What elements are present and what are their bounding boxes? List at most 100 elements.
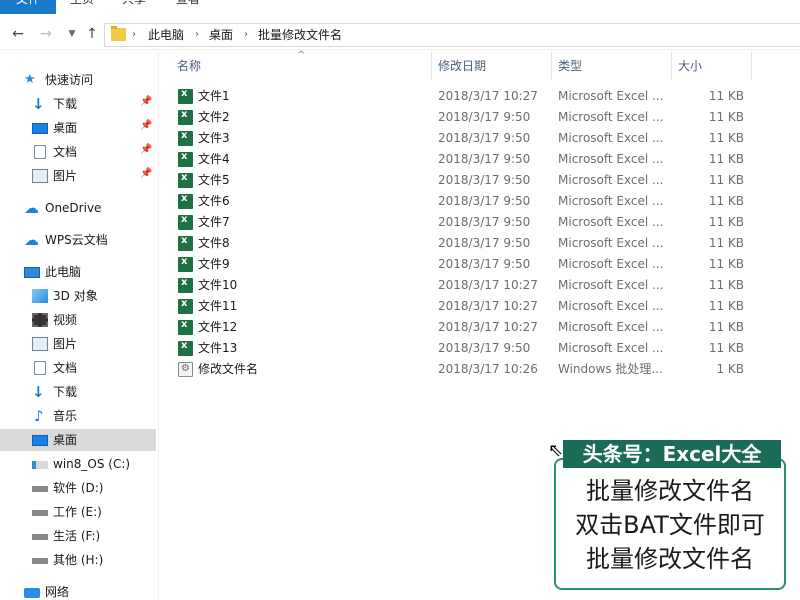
- breadcrumb-desktop[interactable]: 桌面: [209, 27, 233, 43]
- sidebar-item-wps-cloud[interactable]: ☁ WPS云文档: [0, 229, 160, 251]
- video-icon: [32, 313, 48, 327]
- file-row[interactable]: 文件9 2018/3/17 9:50 Microsoft Excel ... 11 K…: [160, 254, 800, 275]
- sidebar-item-music[interactable]: ♪ 音乐: [0, 405, 160, 427]
- chevron-right-icon: ›: [195, 29, 199, 40]
- sidebar-item-this-pc[interactable]: 此电脑: [0, 261, 160, 283]
- file-type: Microsoft Excel ...: [558, 131, 664, 145]
- file-name: 文件11: [198, 299, 238, 313]
- file-name: 修改文件名: [198, 362, 259, 376]
- excel-file-icon: [178, 172, 193, 188]
- tab-view[interactable]: 查看: [176, 0, 200, 14]
- sidebar-item-quick-access[interactable]: ★ 快速访问: [0, 69, 160, 91]
- download-icon: ↓: [32, 95, 45, 113]
- file-size: 11 KB: [708, 299, 744, 313]
- sidebar-item-drive-c[interactable]: win8_OS (C:): [0, 453, 160, 475]
- sidebar-item-drive-d[interactable]: 软件 (D:): [0, 477, 160, 499]
- sidebar-item-pictures-pinned[interactable]: 图片 📌: [0, 165, 160, 187]
- address-bar[interactable]: › 此电脑 › 桌面 › 批量修改文件名: [104, 23, 800, 47]
- sidebar-item-drive-f[interactable]: 生活 (F:): [0, 525, 160, 547]
- file-row[interactable]: 文件5 2018/3/17 9:50 Microsoft Excel ... 11 K…: [160, 170, 800, 191]
- watermark-title: 头条号：Excel大全: [563, 440, 781, 468]
- tab-home[interactable]: 主页: [70, 0, 94, 14]
- excel-file-icon: [178, 319, 193, 335]
- file-type: Windows 批处理...: [558, 362, 663, 376]
- column-divider[interactable]: [551, 52, 552, 80]
- sidebar-item-onedrive[interactable]: ☁ OneDrive: [0, 197, 160, 219]
- breadcrumb-current-folder[interactable]: 批量修改文件名: [258, 27, 342, 43]
- sidebar-item-3d-objects[interactable]: 3D 对象: [0, 285, 160, 307]
- column-header-size[interactable]: 大小: [678, 58, 702, 74]
- file-size: 11 KB: [708, 320, 744, 334]
- drive-icon: [32, 510, 48, 516]
- file-size: 11 KB: [708, 173, 744, 187]
- file-date: 2018/3/17 10:27: [438, 299, 538, 313]
- column-divider[interactable]: [431, 52, 432, 80]
- tab-file[interactable]: 文件: [0, 0, 56, 14]
- file-type: Microsoft Excel ...: [558, 236, 664, 250]
- file-name: 文件12: [198, 320, 238, 334]
- excel-file-icon: [178, 235, 193, 251]
- drive-icon: [32, 486, 48, 492]
- file-size: 11 KB: [708, 257, 744, 271]
- excel-file-icon: [178, 109, 193, 125]
- recent-locations-chevron-icon[interactable]: ▼: [62, 24, 82, 44]
- file-row[interactable]: 文件4 2018/3/17 9:50 Microsoft Excel ... 11 K…: [160, 149, 800, 170]
- breadcrumb-this-pc[interactable]: 此电脑: [148, 27, 184, 43]
- sidebar-item-drive-e[interactable]: 工作 (E:): [0, 501, 160, 523]
- caption-line: 批量修改文件名: [586, 545, 754, 573]
- column-header-name[interactable]: 名称: [177, 58, 201, 74]
- forward-arrow-icon[interactable]: →: [36, 24, 56, 44]
- sidebar-item-videos[interactable]: 视频: [0, 309, 160, 331]
- file-row[interactable]: 文件6 2018/3/17 9:50 Microsoft Excel ... 11 K…: [160, 191, 800, 212]
- caption-line: 批量修改文件名: [586, 477, 754, 505]
- file-name: 文件3: [198, 131, 230, 145]
- column-divider[interactable]: [671, 52, 672, 80]
- navigation-bar: ← → ▼ ↑ › 此电脑 › 桌面 › 批量修改文件名: [0, 18, 800, 50]
- excel-file-icon: [178, 88, 193, 104]
- file-row[interactable]: 文件11 2018/3/17 10:27 Microsoft Excel ... 11…: [160, 296, 800, 317]
- file-name: 文件7: [198, 215, 230, 229]
- sidebar-item-desktop-pinned[interactable]: 桌面 📌: [0, 117, 160, 139]
- column-divider[interactable]: [751, 52, 752, 80]
- file-row[interactable]: 修改文件名 2018/3/17 10:26 Windows 批处理... 1 KB: [160, 359, 800, 380]
- pictures-icon: [32, 337, 48, 351]
- back-arrow-icon[interactable]: ←: [8, 24, 28, 44]
- file-date: 2018/3/17 9:50: [438, 152, 531, 166]
- file-type: Microsoft Excel ...: [558, 278, 664, 292]
- tab-share[interactable]: 共享: [122, 0, 146, 14]
- sort-ascending-icon: ^: [297, 50, 306, 61]
- column-headers: ^ 名称 修改日期 类型 大小: [160, 50, 800, 80]
- file-date: 2018/3/17 9:50: [438, 215, 531, 229]
- file-type: Microsoft Excel ...: [558, 194, 664, 208]
- file-row[interactable]: 文件12 2018/3/17 10:27 Microsoft Excel ... 11…: [160, 317, 800, 338]
- sidebar-item-drive-h[interactable]: 其他 (H:): [0, 549, 160, 571]
- sidebar-item-documents[interactable]: 文档: [0, 357, 160, 379]
- file-date: 2018/3/17 10:27: [438, 278, 538, 292]
- pane-divider[interactable]: [158, 52, 159, 600]
- file-row[interactable]: 文件2 2018/3/17 9:50 Microsoft Excel ... 11 K…: [160, 107, 800, 128]
- file-date: 2018/3/17 9:50: [438, 110, 531, 124]
- column-header-type[interactable]: 类型: [558, 58, 582, 74]
- up-arrow-icon[interactable]: ↑: [82, 24, 102, 44]
- sidebar-item-pictures[interactable]: 图片: [0, 333, 160, 355]
- column-header-date[interactable]: 修改日期: [438, 58, 486, 74]
- sidebar-item-documents-pinned[interactable]: 文档 📌: [0, 141, 160, 163]
- file-row[interactable]: 文件10 2018/3/17 10:27 Microsoft Excel ... 11…: [160, 275, 800, 296]
- file-row[interactable]: 文件3 2018/3/17 9:50 Microsoft Excel ... 11 K…: [160, 128, 800, 149]
- file-name: 文件6: [198, 194, 230, 208]
- file-type: Microsoft Excel ...: [558, 173, 664, 187]
- file-type: Microsoft Excel ...: [558, 110, 664, 124]
- wps-cloud-icon: ☁: [24, 231, 39, 249]
- file-type: Microsoft Excel ...: [558, 257, 664, 271]
- excel-file-icon: [178, 277, 193, 293]
- folder-icon: [111, 26, 126, 41]
- sidebar-item-network[interactable]: 网络: [0, 581, 160, 600]
- sidebar-item-desktop[interactable]: 桌面: [0, 429, 156, 451]
- file-row[interactable]: 文件7 2018/3/17 9:50 Microsoft Excel ... 11 K…: [160, 212, 800, 233]
- file-row[interactable]: 文件8 2018/3/17 9:50 Microsoft Excel ... 11 K…: [160, 233, 800, 254]
- chevron-right-icon: ›: [132, 29, 136, 40]
- file-row[interactable]: 文件13 2018/3/17 9:50 Microsoft Excel ... 11 …: [160, 338, 800, 359]
- sidebar-item-downloads[interactable]: ↓ 下载: [0, 381, 160, 403]
- sidebar-item-downloads-pinned[interactable]: ↓ 下载 📌: [0, 93, 160, 115]
- file-row[interactable]: 文件1 2018/3/17 10:27 Microsoft Excel ... 11 …: [160, 86, 800, 107]
